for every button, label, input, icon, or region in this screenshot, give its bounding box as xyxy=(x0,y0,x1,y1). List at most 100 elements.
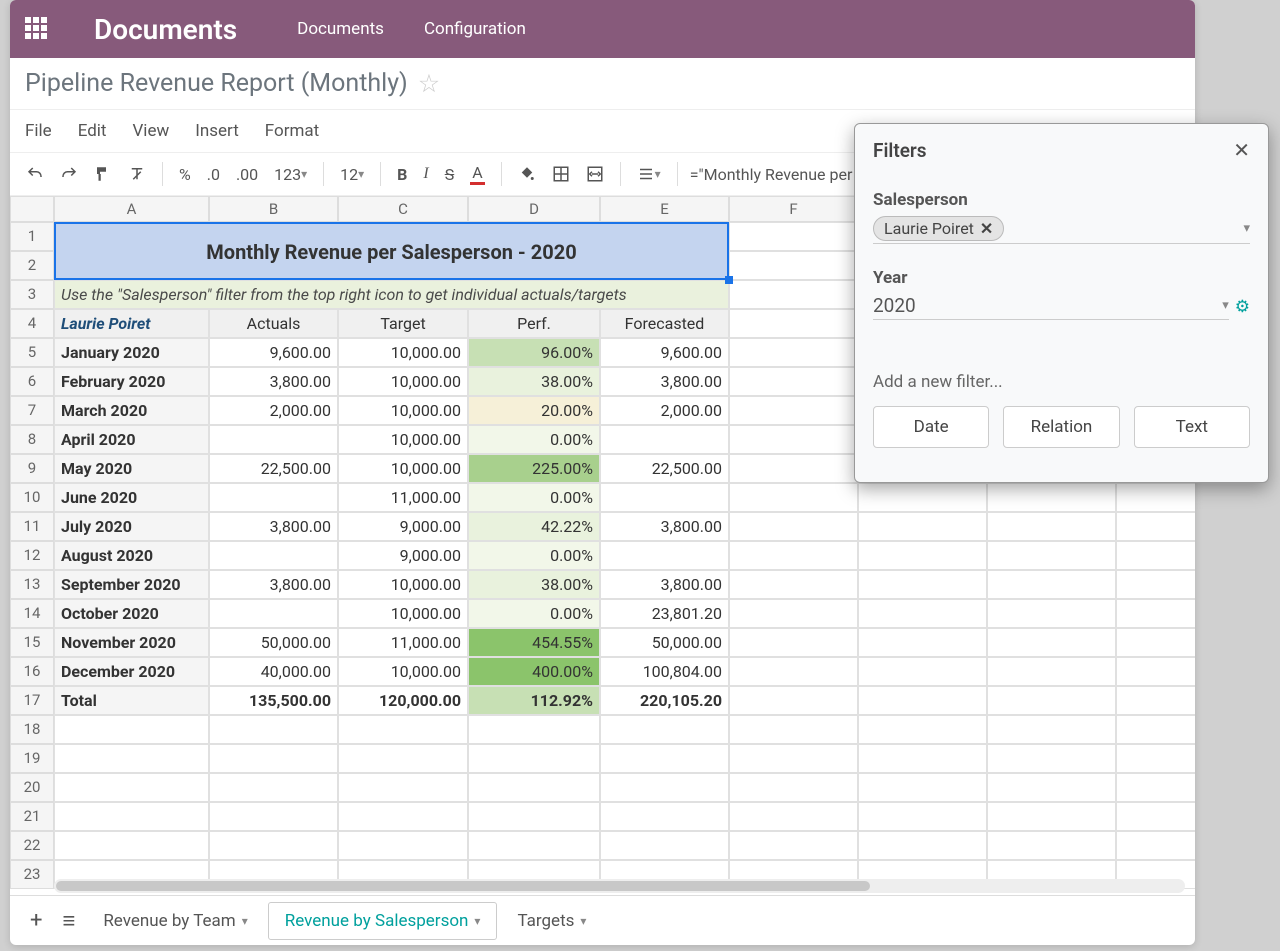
tab-label: Targets xyxy=(517,911,574,931)
perf-cell[interactable]: 42.22% xyxy=(468,512,600,541)
increase-decimal-button[interactable]: .00 xyxy=(230,161,264,188)
decrease-decimal-button[interactable]: .0 xyxy=(201,161,226,188)
tab-label: Revenue by Salesperson xyxy=(285,911,469,931)
number-format-button[interactable]: 123 ▾ xyxy=(268,161,313,188)
toolbar-separator xyxy=(323,162,324,186)
column-header[interactable]: F xyxy=(729,196,858,222)
banner-title[interactable]: Monthly Revenue per Salesperson - 2020 xyxy=(54,222,729,280)
column-header-label[interactable]: Actuals xyxy=(209,309,338,338)
perf-cell[interactable]: 0.00% xyxy=(468,541,600,570)
month-cell[interactable]: January 2020 xyxy=(54,338,209,367)
perf-cell[interactable]: 38.00% xyxy=(468,570,600,599)
tab-label: Revenue by Team xyxy=(103,911,235,931)
salesperson-name-header[interactable]: Laurie Poiret xyxy=(54,309,209,338)
month-cell[interactable]: September 2020 xyxy=(54,570,209,599)
perf-cell[interactable]: 225.00% xyxy=(468,454,600,483)
toolbar-separator xyxy=(162,162,163,186)
salesperson-tag[interactable]: Laurie Poiret ✕ xyxy=(873,216,1004,241)
column-header[interactable]: C xyxy=(338,196,468,222)
add-filter-text[interactable]: Text xyxy=(1134,406,1250,448)
add-filter-date[interactable]: Date xyxy=(873,406,989,448)
menu-view[interactable]: View xyxy=(132,121,169,141)
hint-text[interactable]: Use the "Salesperson" filter from the to… xyxy=(54,280,729,309)
menu-format[interactable]: Format xyxy=(265,121,319,141)
month-cell[interactable]: May 2020 xyxy=(54,454,209,483)
chevron-down-icon: ▾ xyxy=(242,914,248,928)
bold-button[interactable]: B xyxy=(391,161,413,188)
salesperson-label: Salesperson xyxy=(873,190,1250,210)
horizontal-scrollbar[interactable] xyxy=(54,879,1185,893)
clear-format-button[interactable] xyxy=(122,161,152,187)
tag-remove-icon[interactable]: ✕ xyxy=(980,219,993,238)
column-header[interactable]: B xyxy=(209,196,338,222)
row-header[interactable]: 2 xyxy=(10,251,54,280)
month-cell[interactable]: April 2020 xyxy=(54,425,209,454)
selection-handle[interactable] xyxy=(725,276,733,284)
apps-icon[interactable] xyxy=(25,17,49,41)
perf-cell[interactable]: 0.00% xyxy=(468,425,600,454)
chevron-down-icon: ▾ xyxy=(580,914,586,928)
borders-button[interactable] xyxy=(546,161,576,187)
toolbar-separator xyxy=(380,162,381,186)
undo-button[interactable] xyxy=(20,161,50,187)
column-header-label[interactable]: Target xyxy=(338,309,468,338)
paint-format-button[interactable] xyxy=(88,161,118,187)
merge-cells-button[interactable] xyxy=(580,161,610,187)
month-cell[interactable]: February 2020 xyxy=(54,367,209,396)
perf-cell[interactable]: 38.00% xyxy=(468,367,600,396)
month-cell[interactable]: October 2020 xyxy=(54,599,209,628)
menu-file[interactable]: File xyxy=(25,121,52,141)
month-cell[interactable]: November 2020 xyxy=(54,628,209,657)
column-header[interactable]: D xyxy=(468,196,600,222)
close-icon[interactable]: ✕ xyxy=(1233,138,1250,162)
perf-cell[interactable]: 454.55% xyxy=(468,628,600,657)
column-header[interactable]: E xyxy=(600,196,729,222)
tab-targets[interactable]: Targets ▾ xyxy=(501,903,602,939)
chevron-down-icon: ▾ xyxy=(474,914,480,928)
column-header-label[interactable]: Forecasted xyxy=(600,309,729,338)
all-sheets-button[interactable]: ≡ xyxy=(62,908,75,934)
perf-cell[interactable]: 20.00% xyxy=(468,396,600,425)
strikethrough-button[interactable]: S xyxy=(439,161,461,188)
year-value: 2020 xyxy=(873,294,1222,317)
salesperson-select[interactable]: Laurie Poiret ✕ ▾ xyxy=(873,216,1250,244)
year-select[interactable]: 2020 ▾ xyxy=(873,294,1229,320)
perf-cell[interactable]: 96.00% xyxy=(468,338,600,367)
menu-insert[interactable]: Insert xyxy=(195,121,239,141)
app-title: Documents xyxy=(94,13,237,46)
menu-edit[interactable]: Edit xyxy=(78,121,107,141)
month-cell[interactable]: December 2020 xyxy=(54,657,209,686)
perf-cell[interactable]: 0.00% xyxy=(468,483,600,512)
column-header[interactable]: A xyxy=(54,196,209,222)
tab-revenue-by-team[interactable]: Revenue by Team ▾ xyxy=(87,903,263,939)
month-cell[interactable]: March 2020 xyxy=(54,396,209,425)
year-label: Year xyxy=(873,268,1250,288)
align-button[interactable]: ▾ xyxy=(631,161,667,187)
fill-color-button[interactable] xyxy=(512,161,542,187)
redo-button[interactable] xyxy=(54,161,84,187)
scrollbar-thumb[interactable] xyxy=(56,881,870,891)
chevron-down-icon[interactable]: ▾ xyxy=(1222,298,1229,313)
filters-title: Filters xyxy=(873,139,927,162)
add-sheet-button[interactable]: + xyxy=(30,908,42,933)
font-size-select[interactable]: 12 ▾ xyxy=(334,161,370,188)
gear-icon[interactable]: ⚙ xyxy=(1235,297,1250,317)
row-header[interactable]: 1 xyxy=(10,222,54,251)
perf-cell[interactable]: 400.00% xyxy=(468,657,600,686)
perf-cell[interactable]: 0.00% xyxy=(468,599,600,628)
total-label[interactable]: Total xyxy=(54,686,209,715)
page-title: Pipeline Revenue Report (Monthly) xyxy=(25,69,408,98)
text-color-button[interactable]: A xyxy=(464,159,490,189)
tab-revenue-by-salesperson[interactable]: Revenue by Salesperson ▾ xyxy=(268,902,498,940)
column-header-label[interactable]: Perf. xyxy=(468,309,600,338)
nav-configuration[interactable]: Configuration xyxy=(424,19,526,39)
nav-documents[interactable]: Documents xyxy=(297,19,384,39)
month-cell[interactable]: June 2020 xyxy=(54,483,209,512)
month-cell[interactable]: July 2020 xyxy=(54,512,209,541)
month-cell[interactable]: August 2020 xyxy=(54,541,209,570)
format-percent-button[interactable]: % xyxy=(173,161,197,188)
add-filter-relation[interactable]: Relation xyxy=(1003,406,1119,448)
chevron-down-icon[interactable]: ▾ xyxy=(1243,221,1250,236)
favorite-star-icon[interactable]: ☆ xyxy=(418,69,440,99)
italic-button[interactable]: I xyxy=(417,161,434,187)
